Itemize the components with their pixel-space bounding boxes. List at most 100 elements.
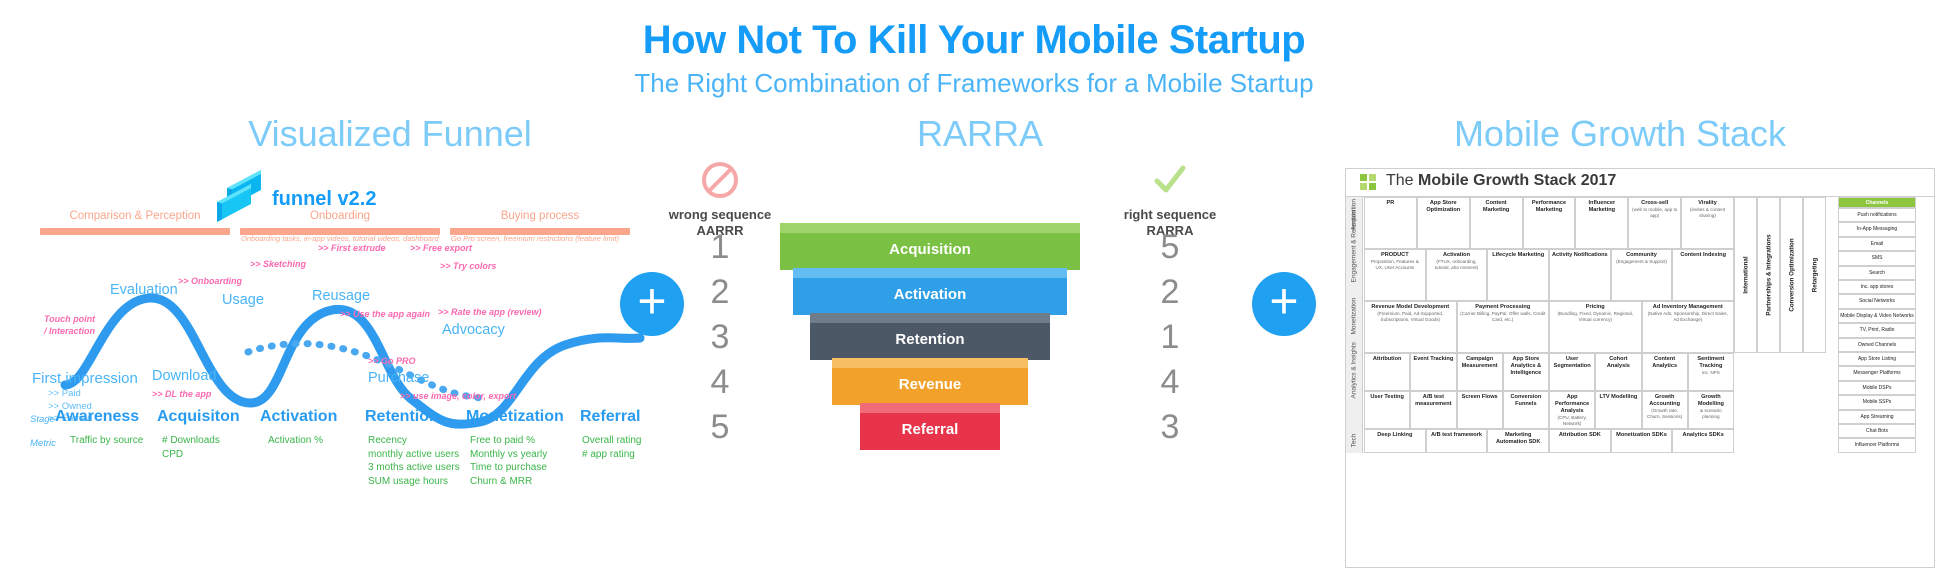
mgs-cell-title: Deep Linking <box>1377 432 1413 438</box>
mgs-cell[interactable]: Ad Inventory Management (Native Ads, Spon… <box>1641 301 1734 353</box>
mgs-cell[interactable]: Analytics SDKs <box>1672 429 1734 453</box>
mgs-cell[interactable]: Influencer Marketing <box>1575 197 1629 249</box>
mgs-cell[interactable]: A/B test framework <box>1425 429 1488 453</box>
mgs-channel-item[interactable]: Push notifications <box>1838 208 1916 223</box>
mgs-channel-item[interactable]: SMS <box>1838 251 1916 266</box>
mgs-cell[interactable]: Attribution <box>1364 353 1411 391</box>
mgs-cell[interactable]: App Store Optimization <box>1416 197 1470 249</box>
mgs-channel-item[interactable]: Mobile Display & Video Networks <box>1838 308 1916 324</box>
mgs-channel-item[interactable]: Social Networks <box>1838 294 1916 309</box>
mgs-cell-title: Campaign Measurement <box>1461 356 1498 369</box>
mgs-cell[interactable]: Screen Flows <box>1456 391 1503 429</box>
mgs-cell[interactable]: Content Indexing <box>1672 249 1734 301</box>
mgs-cell[interactable]: Monetization SDKs <box>1610 429 1673 453</box>
mgs-cell[interactable]: Activation (FTUX, onboarding, tutorial, a… <box>1425 249 1488 301</box>
metric-text: Monthly vs yearly <box>470 448 548 460</box>
mgs-channels-header: Channels <box>1838 197 1916 208</box>
mgs-channel-item[interactable]: Search <box>1838 265 1916 280</box>
metric-text: Recency <box>368 435 407 446</box>
mgs-cell[interactable]: Growth Accounting (Growth rate, Churn, Se… <box>1641 391 1688 429</box>
mgs-cell[interactable]: User Segmentation <box>1549 353 1596 391</box>
legend-touchpoint: Touch point / Interaction <box>44 314 96 336</box>
plus-icon-right: + <box>1252 272 1316 336</box>
mgs-cell[interactable]: Deep Linking <box>1364 429 1426 453</box>
mgs-channel-item[interactable]: Email <box>1838 236 1916 252</box>
wrong-num-1: 2 <box>710 273 730 311</box>
rarra-step-label: Referral <box>901 421 959 438</box>
wrong-num-2: 3 <box>710 318 730 356</box>
mgs-cell[interactable]: App Performance Analysis (CPU, Battery, N… <box>1549 391 1596 429</box>
mgs-channel-item[interactable]: Chat Bots <box>1838 424 1916 439</box>
mgs-vertical-label: Conversion Optimization <box>1788 238 1795 312</box>
mgs-header-title: The Mobile Growth Stack 2017 <box>1386 172 1616 190</box>
mgs-cell-sub: (FTUX, onboarding, tutorial, aha moment) <box>1434 259 1479 270</box>
mgs-cell[interactable]: PR <box>1364 197 1417 249</box>
mgs-cell[interactable]: Conversion Funnels <box>1502 391 1549 429</box>
mgs-cell[interactable]: Attribution SDK <box>1549 429 1611 453</box>
mgs-cell[interactable]: Virality (invites & content sharing) <box>1681 197 1734 249</box>
rarra-step-label: Revenue <box>898 376 962 393</box>
mgs-cell[interactable]: Event Tracking <box>1410 353 1457 391</box>
mgs-cell[interactable]: Payment Processing (Carrier Billing, PayP… <box>1456 301 1549 353</box>
right-num-1: 2 <box>1160 273 1180 311</box>
node-download: Download <box>152 368 217 384</box>
mgs-cell[interactable]: Growth Modelling & scenario planning <box>1687 391 1734 429</box>
mgs-channel-item[interactable]: Mobile DSPs <box>1838 380 1916 396</box>
mgs-cell-sub: (web to mobile, app to app) <box>1632 207 1678 218</box>
metric-awareness: Traffic by source <box>70 434 143 448</box>
mgs-cell-title: Revenue Model Development <box>1371 304 1450 310</box>
metric-text: Time to purchase <box>470 462 547 473</box>
mgs-cell[interactable]: App Store Analytics & Intelligence <box>1502 353 1549 391</box>
stage-retention: Retention <box>365 408 439 425</box>
mgs-channel-item[interactable]: Mobile SSPs <box>1838 395 1916 410</box>
mgs-cell[interactable]: Cohort Analysis <box>1595 353 1642 391</box>
stage-awareness: Awareness <box>55 408 140 425</box>
mgs-cell-title: User Segmentation <box>1553 356 1591 369</box>
mgs-cell[interactable]: Community (Engagement & Support) <box>1610 249 1673 301</box>
touchpoint-try-colors: >> Try colors <box>440 261 497 271</box>
mgs-vertical-column[interactable]: Conversion Optimization <box>1780 197 1803 353</box>
mgs-cell[interactable]: Pricing (Bundling, Fixed, Dynamic, Region… <box>1549 301 1642 353</box>
mgs-cell-sub: (Engagement & Support) <box>1616 259 1667 264</box>
mgs-cell[interactable]: LTV Modelling <box>1595 391 1642 429</box>
mgs-cell[interactable]: User Testing <box>1364 391 1411 429</box>
mgs-channel-item[interactable]: App Store Listing <box>1838 352 1916 367</box>
page-title: How Not To Kill Your Mobile Startup <box>642 18 1306 62</box>
mgs-cell[interactable]: Cross-sell (web to mobile, app to app) <box>1628 197 1682 249</box>
mgs-cell[interactable]: A/B test measurement <box>1410 391 1457 429</box>
stage-monetization: Monetization <box>466 408 564 425</box>
mgs-cell[interactable]: Activity Notifications <box>1549 249 1611 301</box>
mgs-vertical-column[interactable]: Partnerships & Integrations <box>1757 197 1780 353</box>
mgs-cell[interactable]: Lifecycle Marketing <box>1487 249 1549 301</box>
mgs-cell[interactable]: Revenue Model Development (Freemium, Paid… <box>1364 301 1457 353</box>
mgs-channel-item[interactable]: Inc. app stores <box>1838 280 1916 295</box>
mgs-cell[interactable]: Performance Marketing <box>1522 197 1576 249</box>
mgs-vertical-column[interactable]: Retargeting <box>1803 197 1826 353</box>
mgs-channel-item[interactable]: Owned Channels <box>1838 337 1916 352</box>
mgs-channel-item[interactable]: In-App Messaging <box>1838 222 1916 237</box>
mgs-row-side-label: Analytics & Insights <box>1346 342 1363 429</box>
rarra-step-label: Acquisition <box>889 241 971 258</box>
rarra-step-label: Retention <box>895 331 965 348</box>
mgs-cell[interactable]: Content Analytics <box>1641 353 1688 391</box>
mgs-cell[interactable]: Campaign Measurement <box>1456 353 1503 391</box>
mgs-cell-title: Activity Notifications <box>1552 252 1608 258</box>
metric-monetization: Free to paid % Monthly vs yearly Time to… <box>470 434 547 488</box>
mgs-cell[interactable]: Sentiment Tracking inc. NPS <box>1687 353 1734 391</box>
mgs-cell[interactable]: Marketing Automation SDK <box>1487 429 1549 453</box>
mgs-channel-item[interactable]: App Streaming <box>1838 409 1916 424</box>
metric-text: SUM usage hours <box>368 475 449 487</box>
mgs-channel-item[interactable]: TV, Print, Radio <box>1838 323 1916 338</box>
fi-sub-0: >> Paid <box>48 388 81 399</box>
check-icon <box>1090 160 1250 207</box>
touchpoint-rate-the-app: >> Rate the app (review) <box>438 307 542 317</box>
mgs-cell-sub: (Freemium, Paid, Ad-Supported, Subscript… <box>1377 311 1444 322</box>
mgs-vertical-column[interactable]: International <box>1734 197 1757 353</box>
mgs-channel-item[interactable]: Messenger Platforms <box>1838 366 1916 381</box>
mgs-cell[interactable]: Content Marketing <box>1469 197 1523 249</box>
mgs-cell[interactable]: PRODUCT Proposition, Features & UX, User … <box>1364 249 1426 301</box>
mgs-cell-sub: (Carrier Billing, PayPal, Offer walls, C… <box>1460 311 1546 322</box>
mgs-cell-title: App Store Analytics & Intelligence <box>1510 356 1542 376</box>
mgs-cell-title: Performance Marketing <box>1531 200 1567 213</box>
mgs-channel-item[interactable]: Influencer Platforms <box>1838 438 1916 453</box>
